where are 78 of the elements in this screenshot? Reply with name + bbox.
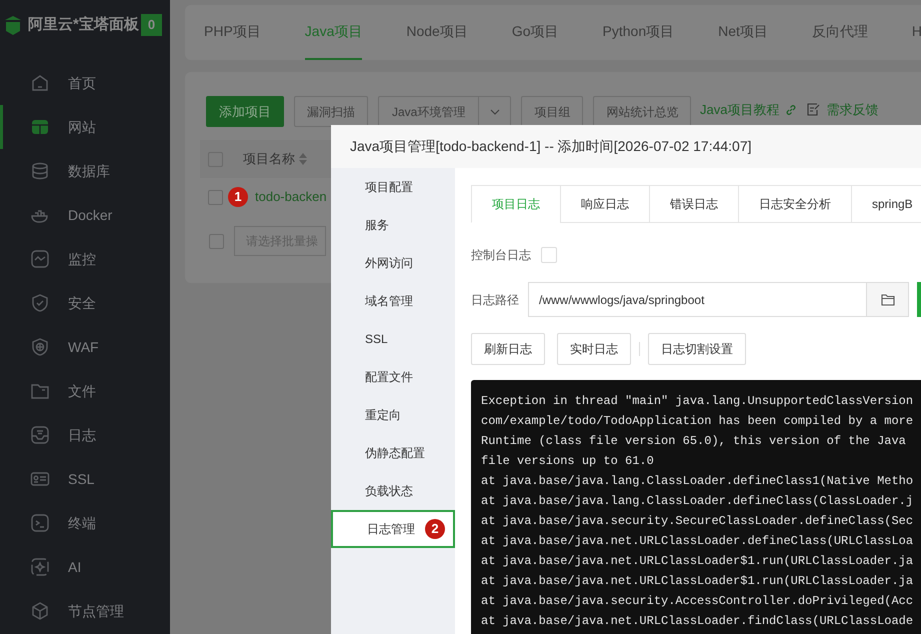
menu-item[interactable]: 负载状态: [331, 472, 455, 510]
sidebar-item[interactable]: AI: [0, 545, 170, 589]
monitor-icon: [30, 249, 50, 269]
log-line: at java.base/java.security.SecureClassLoader.defineClass(Sec: [481, 513, 914, 530]
log-line: file versions up to 61.0: [481, 453, 655, 470]
brand-title: 阿里云*宝塔面板: [28, 14, 139, 35]
project-tab[interactable]: Go项目: [512, 5, 559, 60]
project-tab[interactable]: PHP项目: [204, 5, 261, 60]
sidebar-item[interactable]: 终端: [0, 501, 170, 545]
sidebar-item[interactable]: 网站: [0, 105, 170, 149]
sidebar-item[interactable]: 监控: [0, 237, 170, 281]
edit-icon: [807, 103, 820, 116]
modal-title: Java项目管理[todo-backend-1] -- 添加时间[2026-07-02 17:44:07]: [350, 137, 752, 156]
menu-item[interactable]: 服务: [331, 206, 455, 244]
sidebar-item[interactable]: WAF: [0, 325, 170, 369]
link-icon: [785, 104, 798, 116]
menu-item[interactable]: 配置文件: [331, 358, 455, 396]
project-name-link[interactable]: todo-backen: [255, 187, 327, 207]
annotation-badge: 2: [425, 519, 445, 539]
terminal-icon: [30, 513, 50, 533]
cube-icon: [30, 601, 50, 621]
home-icon: [30, 73, 50, 93]
count-badge: 0: [140, 14, 162, 36]
log-path-field[interactable]: /www/wwwlogs/java/springboot: [528, 282, 867, 317]
caret-icon: [490, 108, 500, 114]
console-log-label: 控制台日志: [471, 247, 531, 264]
menu-item[interactable]: 域名管理: [331, 282, 455, 320]
log-action-button[interactable]: 实时日志: [557, 333, 631, 365]
menu-item[interactable]: 伪静态配置: [331, 434, 455, 472]
project-tab[interactable]: Node项目: [406, 5, 468, 60]
log-line: Exception in thread "main" java.lang.UnsupportedClassVersion: [481, 393, 914, 410]
database-icon: [30, 161, 50, 181]
sidebar-item[interactable]: SSL: [0, 457, 170, 501]
sidebar-item[interactable]: 数据库: [0, 149, 170, 193]
action-button[interactable]: [917, 282, 921, 317]
column-header[interactable]: 项目名称: [243, 149, 295, 169]
menu-item[interactable]: 项目配置: [331, 168, 455, 206]
log-tab[interactable]: 响应日志: [560, 185, 650, 223]
sparkle-icon: [30, 557, 50, 577]
sort-icon[interactable]: [299, 153, 307, 165]
window-icon: [30, 117, 50, 137]
log-line: at java.base/java.net.URLClassLoader.findClass(URLClassLoade: [481, 613, 914, 630]
log-line: Runtime (class file version 65.0), this version of the Java: [481, 433, 907, 450]
project-tab[interactable]: H: [912, 5, 921, 60]
menu-item[interactable]: 日志管理 2: [331, 510, 455, 548]
checkbox[interactable]: [209, 234, 224, 248]
sidebar-item[interactable]: 安全: [0, 281, 170, 325]
log-icon: [30, 425, 50, 445]
log-line: at java.base/java.net.URLClassLoader$1.run(URLClassLoader.ja: [481, 553, 914, 570]
folder-icon: [880, 294, 894, 306]
log-line: com/example/todo/TodoApplication has been compiled by a more: [481, 413, 914, 430]
log-line: at java.base/java.lang.ClassLoader.defineClass1(Native Metho: [481, 473, 914, 490]
sidebar-item[interactable]: 日志: [0, 413, 170, 457]
shield-globe-icon: [30, 337, 50, 357]
project-tab[interactable]: Python项目: [602, 5, 674, 60]
browse-button[interactable]: [867, 282, 909, 317]
log-line: at java.base/java.security.AccessController.doPrivileged(Acc: [481, 593, 914, 610]
project-tab[interactable]: Net项目: [718, 5, 768, 60]
project-tab[interactable]: 反向代理: [812, 5, 868, 60]
menu-item[interactable]: SSL: [331, 320, 455, 358]
sidebar-item[interactable]: 首页: [0, 61, 170, 105]
log-action-button[interactable]: 日志切割设置: [648, 333, 746, 365]
log-path-label: 日志路径: [471, 292, 519, 308]
sidebar-item[interactable]: 文件: [0, 369, 170, 413]
sidebar-item[interactable]: 节点管理: [0, 589, 170, 633]
tower-logo-icon: [4, 14, 22, 36]
log-line: at java.base/java.net.URLClassLoader.defineClass(URLClassLoa: [481, 533, 914, 550]
annotation-badge: 1: [228, 187, 248, 207]
sidebar-item[interactable]: Docker: [0, 193, 170, 237]
log-line: at java.base/java.lang.ClassLoader.defineClass(ClassLoader.j: [481, 493, 914, 510]
checkbox[interactable]: [208, 190, 223, 204]
menu-item[interactable]: 重定向: [331, 396, 455, 434]
shield-icon: [30, 293, 50, 313]
log-action-button[interactable]: 刷新日志: [471, 333, 545, 365]
log-tab[interactable]: 项目日志: [471, 185, 561, 223]
log-line: at java.base/java.net.URLClassLoader$1.run(URLClassLoader.ja: [481, 573, 914, 590]
menu-item[interactable]: 外网访问: [331, 244, 455, 282]
add-project-button[interactable]: 添加项目: [206, 96, 284, 127]
